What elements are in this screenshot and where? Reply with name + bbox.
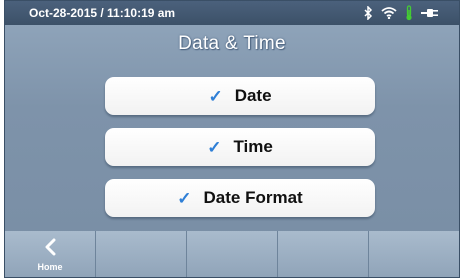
- option-label: Date: [234, 86, 272, 105]
- bluetooth-icon: [364, 6, 373, 20]
- checkmark-icon: ✓: [208, 86, 223, 106]
- option-label: Time: [233, 137, 273, 156]
- nav-slot-empty: [278, 231, 369, 277]
- nav-slot-empty: [96, 231, 187, 277]
- device-screen: Oct-28-2015 / 11:10:19 am Data & Time ✓ …: [4, 0, 460, 278]
- plug-icon: [421, 8, 439, 18]
- status-bar: Oct-28-2015 / 11:10:19 am: [5, 1, 459, 25]
- checkmark-icon: ✓: [207, 137, 222, 157]
- page-title: Data & Time: [178, 33, 286, 54]
- home-label: Home: [37, 262, 63, 272]
- date-option-button[interactable]: ✓ Date: [105, 77, 375, 115]
- option-label: Date Format: [203, 188, 303, 207]
- checkmark-icon: ✓: [177, 188, 192, 208]
- main-panel: Data & Time ✓ Date ✓ Time ✓ Date Format: [5, 25, 459, 231]
- date-format-option-button[interactable]: ✓ Date Format: [105, 179, 375, 217]
- time-option-button[interactable]: ✓ Time: [105, 128, 375, 166]
- chevron-left-icon: [43, 238, 57, 261]
- wifi-icon: [381, 7, 397, 19]
- bottom-nav-bar: Home: [5, 231, 459, 277]
- nav-slot-empty: [187, 231, 278, 277]
- status-datetime: Oct-28-2015 / 11:10:19 am: [29, 6, 176, 20]
- nav-slot-empty: [369, 231, 459, 277]
- status-icons: [364, 1, 439, 25]
- home-button[interactable]: Home: [5, 231, 96, 277]
- thermometer-icon: [405, 5, 413, 21]
